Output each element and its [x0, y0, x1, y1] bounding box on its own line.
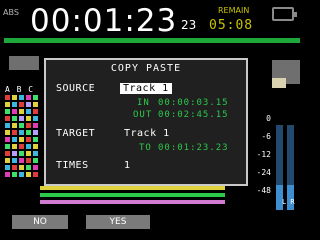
swatch-row: [5, 172, 39, 177]
swatch-row: [5, 109, 39, 114]
position-bar-fill: [4, 38, 300, 43]
battery-icon: [272, 7, 297, 21]
yes-button[interactable]: YES: [86, 215, 150, 229]
out-time: 00:02:45.15: [158, 110, 229, 120]
remain-label: REMAIN: [218, 6, 250, 15]
swatch-row: [5, 165, 39, 170]
track-letters: A B C: [5, 85, 35, 94]
track-region: [40, 200, 225, 204]
swatch-row: [5, 130, 39, 135]
swatch-row: [5, 102, 39, 107]
to-time: 00:01:23.23: [158, 143, 229, 153]
meter-scale-mark: -48: [256, 186, 271, 195]
abs-label: ABS: [3, 8, 19, 17]
source-value[interactable]: Track 1: [120, 83, 172, 94]
target-label: TARGET: [56, 128, 96, 139]
source-track-select[interactable]: Track 1: [120, 83, 172, 94]
in-label: IN: [137, 98, 150, 108]
track-region: [40, 193, 225, 197]
meter-scale: 0 -6 -12 -24 -48: [251, 110, 271, 200]
meter-scale-mark: -6: [261, 132, 271, 141]
source-label: SOURCE: [56, 83, 96, 94]
frame-counter: 23: [181, 18, 197, 32]
in-time: 00:00:03.15: [158, 98, 229, 108]
position-bar: [4, 38, 300, 43]
swatch-row: [5, 116, 39, 121]
remain-time: 05:08: [209, 18, 254, 33]
times-label: TIMES: [56, 160, 89, 171]
swatch-row: [5, 158, 39, 163]
track-region-lines: [40, 186, 225, 207]
meter-scale-mark: -12: [256, 150, 271, 159]
copy-paste-dialog: COPY PASTE SOURCE Track 1 IN 00:00:03.15…: [44, 58, 248, 186]
swatch-row: [5, 95, 39, 100]
meter-scale-mark: -24: [256, 168, 271, 177]
swatch-row: [5, 123, 39, 128]
meter-lr-label: L R: [282, 198, 295, 206]
out-label: OUT: [133, 110, 153, 120]
level-meter-band: [272, 78, 286, 88]
track-region: [40, 186, 225, 190]
swatch-row: [5, 137, 39, 142]
time-counter: 00:01:23: [30, 3, 178, 39]
swatch-row: [5, 144, 39, 149]
dialog-title: COPY PASTE: [110, 63, 182, 74]
track-swatches: [5, 95, 39, 179]
swatch-row: [5, 151, 39, 156]
no-button[interactable]: NO: [12, 215, 68, 229]
to-label: TO: [139, 143, 152, 153]
recorder-screen: ABS 00:01:23 23 REMAIN 05:08 A B C 0 -6 …: [0, 0, 303, 229]
meter-scale-mark: 0: [266, 114, 271, 123]
times-value[interactable]: 1: [124, 160, 131, 171]
track-header-block: [9, 56, 39, 70]
target-value[interactable]: Track 1: [124, 128, 170, 139]
